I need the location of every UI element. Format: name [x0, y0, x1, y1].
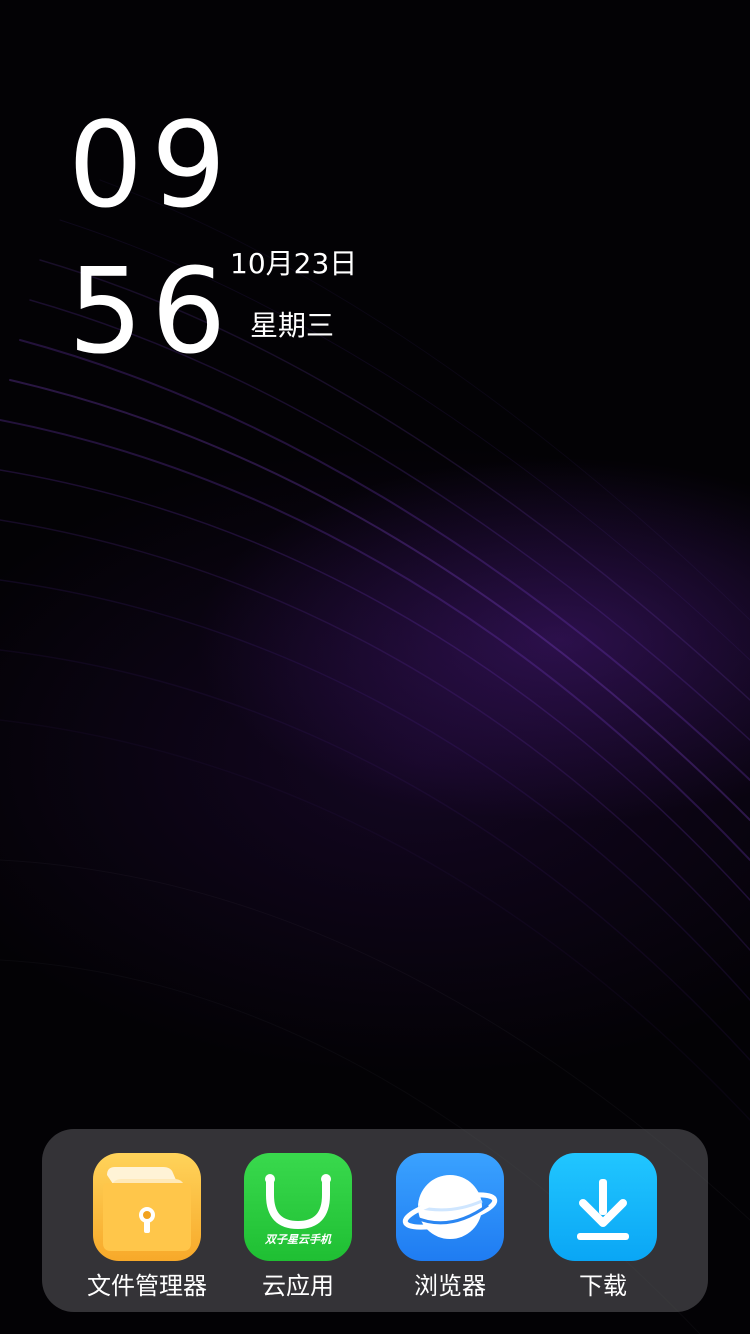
lockscreen-clock: 09 56 — [68, 92, 234, 384]
planet-icon[interactable] — [396, 1153, 504, 1261]
clock-minute: 56 — [68, 242, 235, 380]
app-label: 云应用 — [262, 1272, 334, 1300]
weekday-label: 星期三 — [250, 309, 335, 342]
app-label: 下载 — [579, 1272, 627, 1300]
app-cloud[interactable]: 双子星云手机 云应用 — [228, 1153, 368, 1301]
download-icon[interactable] — [549, 1153, 657, 1261]
app-dock: 文件管理器 双子星云手机 云应用 浏览器 下载 — [42, 1129, 708, 1312]
app-file-manager[interactable]: 文件管理器 — [77, 1153, 217, 1301]
folder-icon[interactable] — [93, 1153, 201, 1261]
shopping-bag-icon[interactable]: 双子星云手机 — [244, 1153, 352, 1261]
app-label: 浏览器 — [414, 1272, 486, 1300]
app-label: 文件管理器 — [87, 1272, 207, 1300]
clock-hour: 09 — [68, 96, 235, 234]
date-label: 10月23日 — [230, 247, 358, 280]
app-download[interactable]: 下载 — [533, 1153, 673, 1301]
home-screen: 09 56 10月23日 星期三 文件管理器 双子星云手机 云应用 浏览器 下载 — [0, 0, 750, 1334]
app-browser[interactable]: 浏览器 — [380, 1153, 520, 1301]
cloud-badge-text: 双子星云手机 — [265, 1233, 331, 1246]
